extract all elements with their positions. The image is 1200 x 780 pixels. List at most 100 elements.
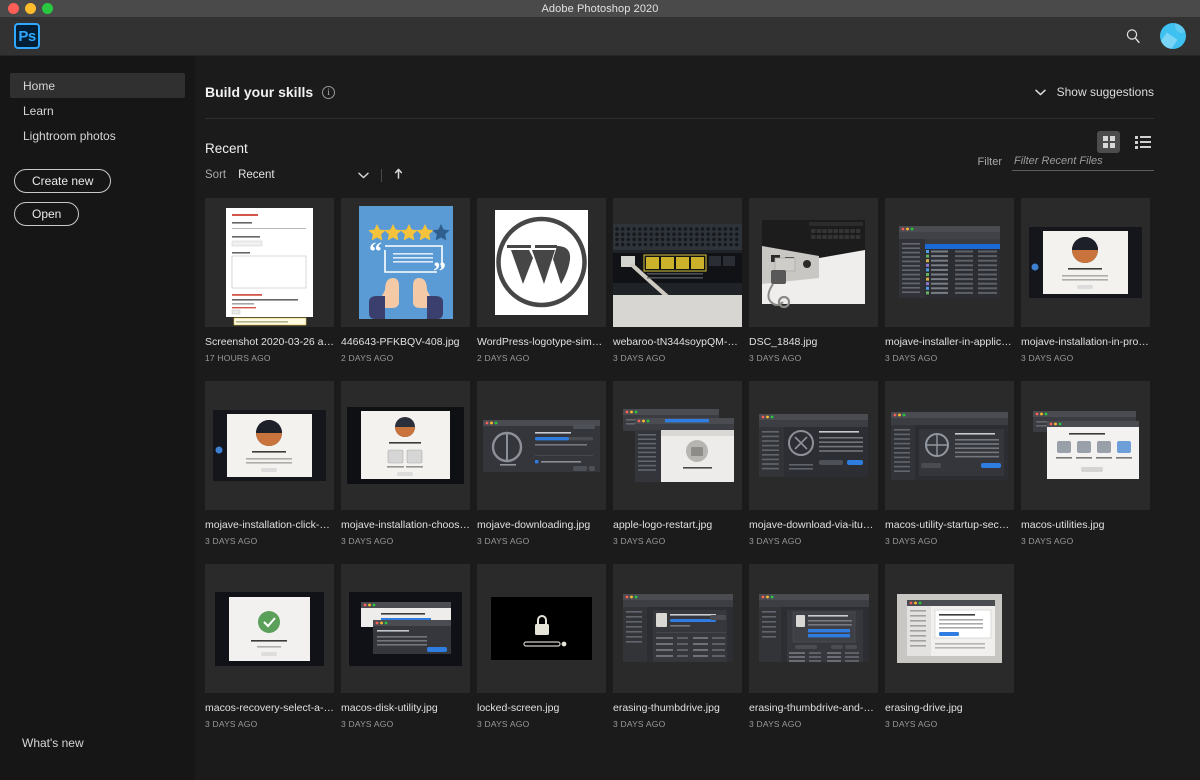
filter-input[interactable] bbox=[1012, 155, 1154, 171]
recent-file-card[interactable]: macos-utility-startup-security-...3 DAYS… bbox=[885, 381, 1014, 564]
grid-view-button[interactable] bbox=[1097, 131, 1120, 153]
grid-icon bbox=[1103, 136, 1115, 148]
recent-file-card[interactable]: DSC_1848.jpg 3 DAYS AGO bbox=[749, 198, 878, 381]
recent-file-timestamp: 3 DAYS AGO bbox=[885, 719, 1014, 729]
recent-file-card[interactable]: mojave-download-via-itunes.jpg 3 DAYS AGO bbox=[749, 381, 878, 564]
recent-file-card[interactable]: apple-logo-restart.jpg3 DAYS AGO bbox=[613, 381, 742, 564]
wordpress-logo-thumbnail[interactable] bbox=[477, 198, 606, 327]
recent-file-timestamp: 3 DAYS AGO bbox=[749, 536, 878, 546]
info-icon[interactable]: i bbox=[322, 86, 335, 99]
toolbar-actions bbox=[1122, 23, 1186, 49]
software-update-thumbnail[interactable] bbox=[477, 381, 606, 510]
macos-installer-disks-thumbnail[interactable] bbox=[341, 381, 470, 510]
recent-file-card[interactable]: erasing-thumbdrive.jpg 3 DAYS AGO bbox=[613, 564, 742, 747]
sidebar-item-home[interactable]: Home bbox=[10, 73, 185, 98]
avatar[interactable] bbox=[1160, 23, 1186, 49]
list-view-button[interactable] bbox=[1131, 131, 1154, 153]
recent-file-card[interactable]: webaroo-tN344soypQM-unspl...3 DAYS AGO bbox=[613, 198, 742, 381]
sidebar-item-label: Lightroom photos bbox=[23, 129, 116, 143]
recent-file-card[interactable]: macos-disk-utility.jpg 3 DAYS AGO bbox=[341, 564, 470, 747]
recent-file-timestamp: 3 DAYS AGO bbox=[477, 536, 606, 546]
recent-file-name: mojave-installer-in-application... bbox=[885, 336, 1014, 349]
recent-file-timestamp: 3 DAYS AGO bbox=[205, 536, 334, 546]
recent-file-name: macos-disk-utility.jpg bbox=[341, 702, 470, 715]
recent-file-name: macos-utilities.jpg bbox=[1021, 519, 1150, 532]
recent-file-timestamp: 3 DAYS AGO bbox=[341, 719, 470, 729]
erasing-dialog-thumbnail[interactable] bbox=[749, 564, 878, 693]
recent-file-card[interactable]: mojave-installer-in-application... 3 DAYS… bbox=[885, 198, 1014, 381]
recent-file-card[interactable]: macos-utilities.jpg 3 DAYS AGO bbox=[1021, 381, 1150, 564]
sort-dropdown[interactable]: Recent bbox=[238, 169, 369, 181]
sidebar-item-learn[interactable]: Learn bbox=[10, 98, 185, 123]
show-suggestions-toggle[interactable]: Show suggestions bbox=[1035, 85, 1154, 99]
recent-file-name: webaroo-tN344soypQM-unspl... bbox=[613, 336, 742, 349]
open-button[interactable]: Open bbox=[14, 202, 79, 226]
svg-text:“: “ bbox=[369, 237, 382, 266]
list-icon bbox=[1135, 136, 1151, 149]
recent-file-timestamp: 3 DAYS AGO bbox=[205, 719, 334, 729]
recent-file-card[interactable]: locked-screen.jpg3 DAYS AGO bbox=[477, 564, 606, 747]
window-titlebar: Adobe Photoshop 2020 bbox=[0, 0, 1200, 17]
macos-installer-thumbnail[interactable] bbox=[1021, 198, 1150, 327]
recent-file-card[interactable]: “ ” 446643-PFKBQV-408.jpg 2 DAYS AGO bbox=[341, 198, 470, 381]
usb-drive-thumbnail[interactable] bbox=[749, 198, 878, 327]
macos-installer-thumbnail[interactable] bbox=[205, 381, 334, 510]
filter-label: Filter bbox=[978, 156, 1002, 171]
document-form-thumbnail[interactable] bbox=[205, 198, 334, 327]
sort-direction-button[interactable] bbox=[394, 168, 403, 182]
window-title: Adobe Photoshop 2020 bbox=[0, 3, 1200, 15]
network-switch-thumbnail[interactable] bbox=[613, 198, 742, 327]
disk-utility-thumbnail[interactable] bbox=[341, 564, 470, 693]
recent-file-timestamp: 3 DAYS AGO bbox=[749, 719, 878, 729]
recent-file-name: 446643-PFKBQV-408.jpg bbox=[341, 336, 470, 349]
search-icon[interactable] bbox=[1122, 25, 1144, 47]
sidebar: Home Learn Lightroom photos Create new O… bbox=[0, 56, 195, 780]
recent-file-timestamp: 3 DAYS AGO bbox=[341, 536, 470, 546]
recent-file-name: mojave-installation-in-progres... bbox=[1021, 336, 1150, 349]
recent-file-card[interactable]: mojave-downloading.jpg 3 DAYS AGO bbox=[477, 381, 606, 564]
sidebar-item-lightroom-photos[interactable]: Lightroom photos bbox=[10, 123, 185, 148]
app-store-window-thumbnail[interactable] bbox=[749, 381, 878, 510]
recent-file-card[interactable]: WordPress-logotype-simplifie...2 DAYS AG… bbox=[477, 198, 606, 381]
recent-title: Recent bbox=[205, 141, 1154, 156]
page-title: Build your skills bbox=[205, 84, 313, 100]
build-your-skills-header: Build your skills i Show suggestions bbox=[205, 56, 1154, 104]
recent-file-card[interactable]: erasing-thumbdrive-and-optio... 3 DAYS AG… bbox=[749, 564, 878, 747]
recent-file-name: mojave-download-via-itunes.jpg bbox=[749, 519, 878, 532]
recent-file-timestamp: 3 DAYS AGO bbox=[749, 353, 878, 363]
recent-file-timestamp: 2 DAYS AGO bbox=[341, 353, 470, 363]
locked-screen-thumbnail[interactable] bbox=[477, 564, 606, 693]
app-toolbar: Ps bbox=[0, 17, 1200, 56]
recent-file-name: erasing-thumbdrive.jpg bbox=[613, 702, 742, 715]
photoshop-logo: Ps bbox=[14, 23, 40, 49]
sidebar-item-label: Home bbox=[23, 79, 55, 93]
testimonial-graphic-thumbnail[interactable]: “ ” bbox=[341, 198, 470, 327]
sort-value: Recent bbox=[238, 169, 274, 181]
view-mode-toggle bbox=[1097, 131, 1154, 153]
recent-file-timestamp: 3 DAYS AGO bbox=[885, 353, 1014, 363]
recent-file-card[interactable]: mojave-installation-in-progres...3 DAYS … bbox=[1021, 198, 1150, 381]
recent-file-card[interactable]: macos-recovery-select-a-user.j... 3 DAYS … bbox=[205, 564, 334, 747]
recent-file-name: erasing-thumbdrive-and-optio... bbox=[749, 702, 878, 715]
utility-dialog-thumbnail[interactable] bbox=[885, 381, 1014, 510]
recent-file-name: macos-recovery-select-a-user.j... bbox=[205, 702, 334, 715]
whats-new-link[interactable]: What's new bbox=[0, 736, 195, 780]
create-new-button[interactable]: Create new bbox=[14, 169, 111, 193]
recent-file-timestamp: 3 DAYS AGO bbox=[477, 719, 606, 729]
recent-file-card[interactable]: erasing-drive.jpg3 DAYS AGO bbox=[885, 564, 1014, 747]
recent-file-timestamp: 3 DAYS AGO bbox=[885, 536, 1014, 546]
finder-window-thumbnail[interactable] bbox=[885, 198, 1014, 327]
recent-file-name: DSC_1848.jpg bbox=[749, 336, 878, 349]
finder-blue-thumbnail[interactable] bbox=[613, 381, 742, 510]
recent-file-card[interactable]: Screenshot 2020-03-26 at 11.57...17 HOUR… bbox=[205, 198, 334, 381]
recent-file-timestamp: 2 DAYS AGO bbox=[477, 353, 606, 363]
recovery-user-thumbnail[interactable] bbox=[205, 564, 334, 693]
macos-utilities-window-thumbnail[interactable] bbox=[1021, 381, 1150, 510]
erasing-progress-thumbnail[interactable] bbox=[613, 564, 742, 693]
recent-file-card[interactable]: mojave-installation-choose-dr...3 DAYS A… bbox=[341, 381, 470, 564]
recent-file-card[interactable]: mojave-installation-click-conti...3 DAYS… bbox=[205, 381, 334, 564]
recent-file-timestamp: 3 DAYS AGO bbox=[613, 719, 742, 729]
erasing-drive-thumbnail[interactable] bbox=[885, 564, 1014, 693]
recent-file-timestamp: 3 DAYS AGO bbox=[1021, 536, 1150, 546]
recent-file-name: mojave-downloading.jpg bbox=[477, 519, 606, 532]
